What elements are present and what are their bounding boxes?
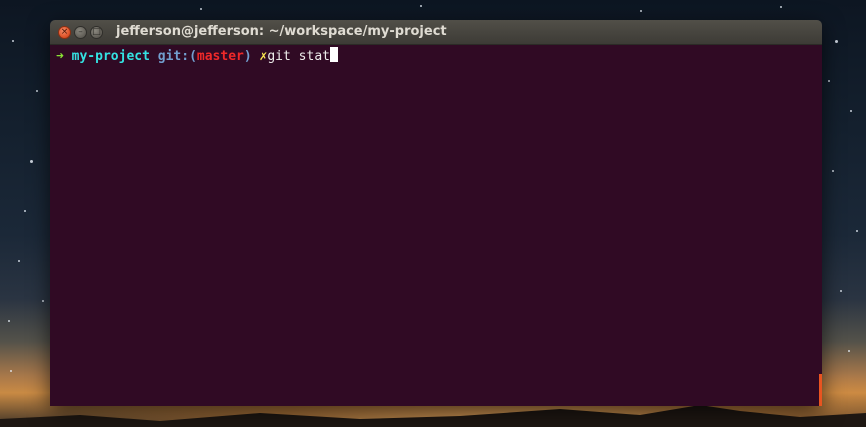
window-controls: × – □ [58,25,103,39]
prompt-close-paren: ) [243,49,252,64]
title-bar[interactable]: × – □ jefferson@jefferson: ~/workspace/m… [50,20,822,45]
prompt-git-label: git: [157,49,190,64]
scrollbar-indicator[interactable] [819,374,822,406]
prompt-directory: my-project [71,49,150,64]
maximize-icon[interactable]: □ [90,25,103,39]
prompt-branch: master [196,49,244,64]
minimize-icon[interactable]: – [74,25,87,39]
window-title: jefferson@jefferson: ~/workspace/my-proj… [116,24,447,39]
prompt-arrow-icon: ➜ [56,49,64,64]
terminal-content[interactable]: ➜ my-project git:(master) ✗git stat [50,45,822,406]
prompt-open-paren: ( [189,49,197,64]
prompt-line: ➜ my-project git:(master) ✗git stat [56,45,816,66]
terminal-window: × – □ jefferson@jefferson: ~/workspace/m… [50,20,822,406]
text-cursor [329,47,338,62]
command-input[interactable]: git stat [267,49,330,64]
close-icon[interactable]: × [58,25,71,39]
